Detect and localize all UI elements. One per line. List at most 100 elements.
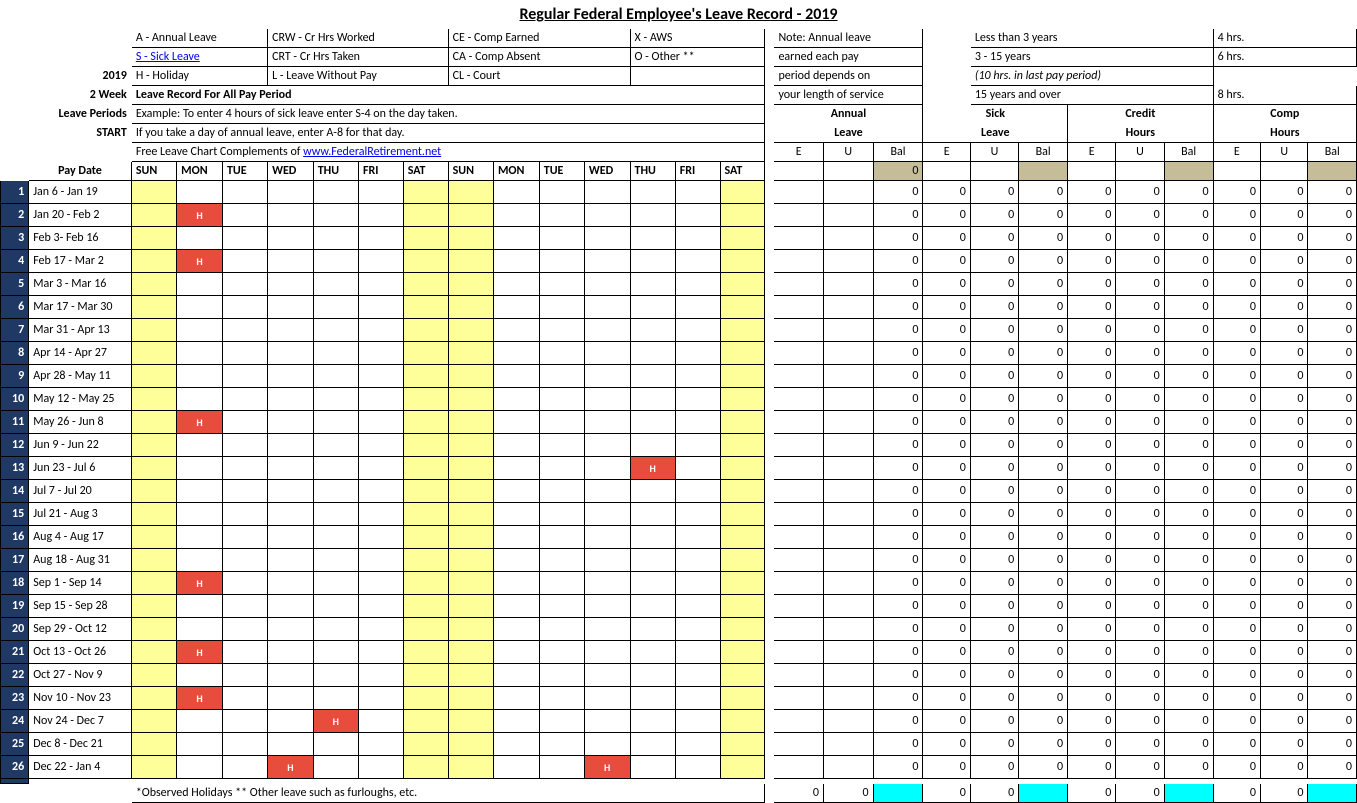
day-cell[interactable]: H (313, 710, 358, 733)
day-cell[interactable] (222, 503, 267, 526)
day-cell[interactable] (630, 480, 675, 503)
day-cell[interactable] (313, 641, 358, 664)
day-cell[interactable] (584, 227, 630, 250)
day-cell[interactable] (584, 411, 630, 434)
day-cell[interactable] (358, 204, 403, 227)
day-cell[interactable] (493, 595, 539, 618)
day-cell[interactable]: H (177, 687, 223, 710)
day-cell[interactable] (675, 733, 720, 756)
day-cell[interactable] (131, 250, 176, 273)
day-cell[interactable] (358, 595, 403, 618)
day-cell[interactable] (584, 457, 630, 480)
day-cell[interactable] (493, 296, 539, 319)
day-cell[interactable] (222, 549, 267, 572)
day-cell[interactable] (222, 664, 267, 687)
day-cell[interactable] (403, 549, 448, 572)
day-cell[interactable] (493, 756, 539, 779)
day-cell[interactable] (720, 434, 765, 457)
day-cell[interactable] (675, 411, 720, 434)
day-cell[interactable] (539, 756, 584, 779)
day-cell[interactable] (630, 204, 675, 227)
day-cell[interactable] (720, 756, 765, 779)
day-cell[interactable] (222, 319, 267, 342)
day-cell[interactable] (720, 687, 765, 710)
day-cell[interactable] (358, 664, 403, 687)
day-cell[interactable] (493, 457, 539, 480)
day-cell[interactable] (539, 641, 584, 664)
day-cell[interactable] (720, 733, 765, 756)
day-cell[interactable] (630, 641, 675, 664)
day-cell[interactable] (177, 756, 223, 779)
day-cell[interactable] (358, 733, 403, 756)
day-cell[interactable] (584, 618, 630, 641)
day-cell[interactable] (131, 296, 176, 319)
day-cell[interactable] (177, 733, 223, 756)
day-cell[interactable] (177, 595, 223, 618)
day-cell[interactable] (539, 273, 584, 296)
day-cell[interactable] (675, 457, 720, 480)
day-cell[interactable] (177, 503, 223, 526)
day-cell[interactable] (675, 756, 720, 779)
day-cell[interactable] (268, 549, 314, 572)
day-cell[interactable] (177, 319, 223, 342)
sick-leave-link[interactable]: S - Sick Leave (136, 50, 200, 64)
day-cell[interactable] (313, 526, 358, 549)
day-cell[interactable] (584, 319, 630, 342)
day-cell[interactable] (358, 342, 403, 365)
day-cell[interactable] (448, 572, 493, 595)
day-cell[interactable] (675, 181, 720, 204)
day-cell[interactable] (358, 526, 403, 549)
day-cell[interactable] (630, 296, 675, 319)
day-cell[interactable] (448, 756, 493, 779)
day-cell[interactable] (268, 434, 314, 457)
day-cell[interactable] (630, 756, 675, 779)
day-cell[interactable] (584, 434, 630, 457)
day-cell[interactable] (268, 204, 314, 227)
day-cell[interactable] (539, 664, 584, 687)
day-cell[interactable] (675, 618, 720, 641)
day-cell[interactable]: H (584, 756, 630, 779)
day-cell[interactable] (358, 687, 403, 710)
day-cell[interactable] (131, 526, 176, 549)
day-cell[interactable] (268, 710, 314, 733)
day-cell[interactable] (222, 296, 267, 319)
day-cell[interactable] (539, 319, 584, 342)
day-cell[interactable] (222, 618, 267, 641)
day-cell[interactable] (493, 434, 539, 457)
day-cell[interactable] (630, 526, 675, 549)
day-cell[interactable]: H (268, 756, 314, 779)
day-cell[interactable] (630, 687, 675, 710)
day-cell[interactable] (131, 595, 176, 618)
day-cell[interactable] (268, 618, 314, 641)
day-cell[interactable] (448, 342, 493, 365)
day-cell[interactable] (313, 204, 358, 227)
day-cell[interactable] (539, 572, 584, 595)
day-cell[interactable] (720, 664, 765, 687)
day-cell[interactable] (630, 411, 675, 434)
day-cell[interactable] (675, 664, 720, 687)
day-cell[interactable] (313, 572, 358, 595)
day-cell[interactable] (630, 549, 675, 572)
day-cell[interactable] (675, 365, 720, 388)
day-cell[interactable] (539, 227, 584, 250)
day-cell[interactable] (131, 480, 176, 503)
day-cell[interactable] (313, 457, 358, 480)
day-cell[interactable] (720, 365, 765, 388)
day-cell[interactable] (403, 664, 448, 687)
day-cell[interactable] (584, 296, 630, 319)
day-cell[interactable] (493, 687, 539, 710)
day-cell[interactable] (268, 250, 314, 273)
day-cell[interactable] (493, 526, 539, 549)
day-cell[interactable] (358, 388, 403, 411)
day-cell[interactable] (222, 365, 267, 388)
day-cell[interactable] (313, 595, 358, 618)
day-cell[interactable] (313, 434, 358, 457)
day-cell[interactable] (177, 664, 223, 687)
day-cell[interactable] (720, 595, 765, 618)
day-cell[interactable] (268, 480, 314, 503)
day-cell[interactable] (493, 227, 539, 250)
day-cell[interactable] (358, 710, 403, 733)
day-cell[interactable] (630, 618, 675, 641)
day-cell[interactable] (177, 365, 223, 388)
day-cell[interactable] (222, 457, 267, 480)
